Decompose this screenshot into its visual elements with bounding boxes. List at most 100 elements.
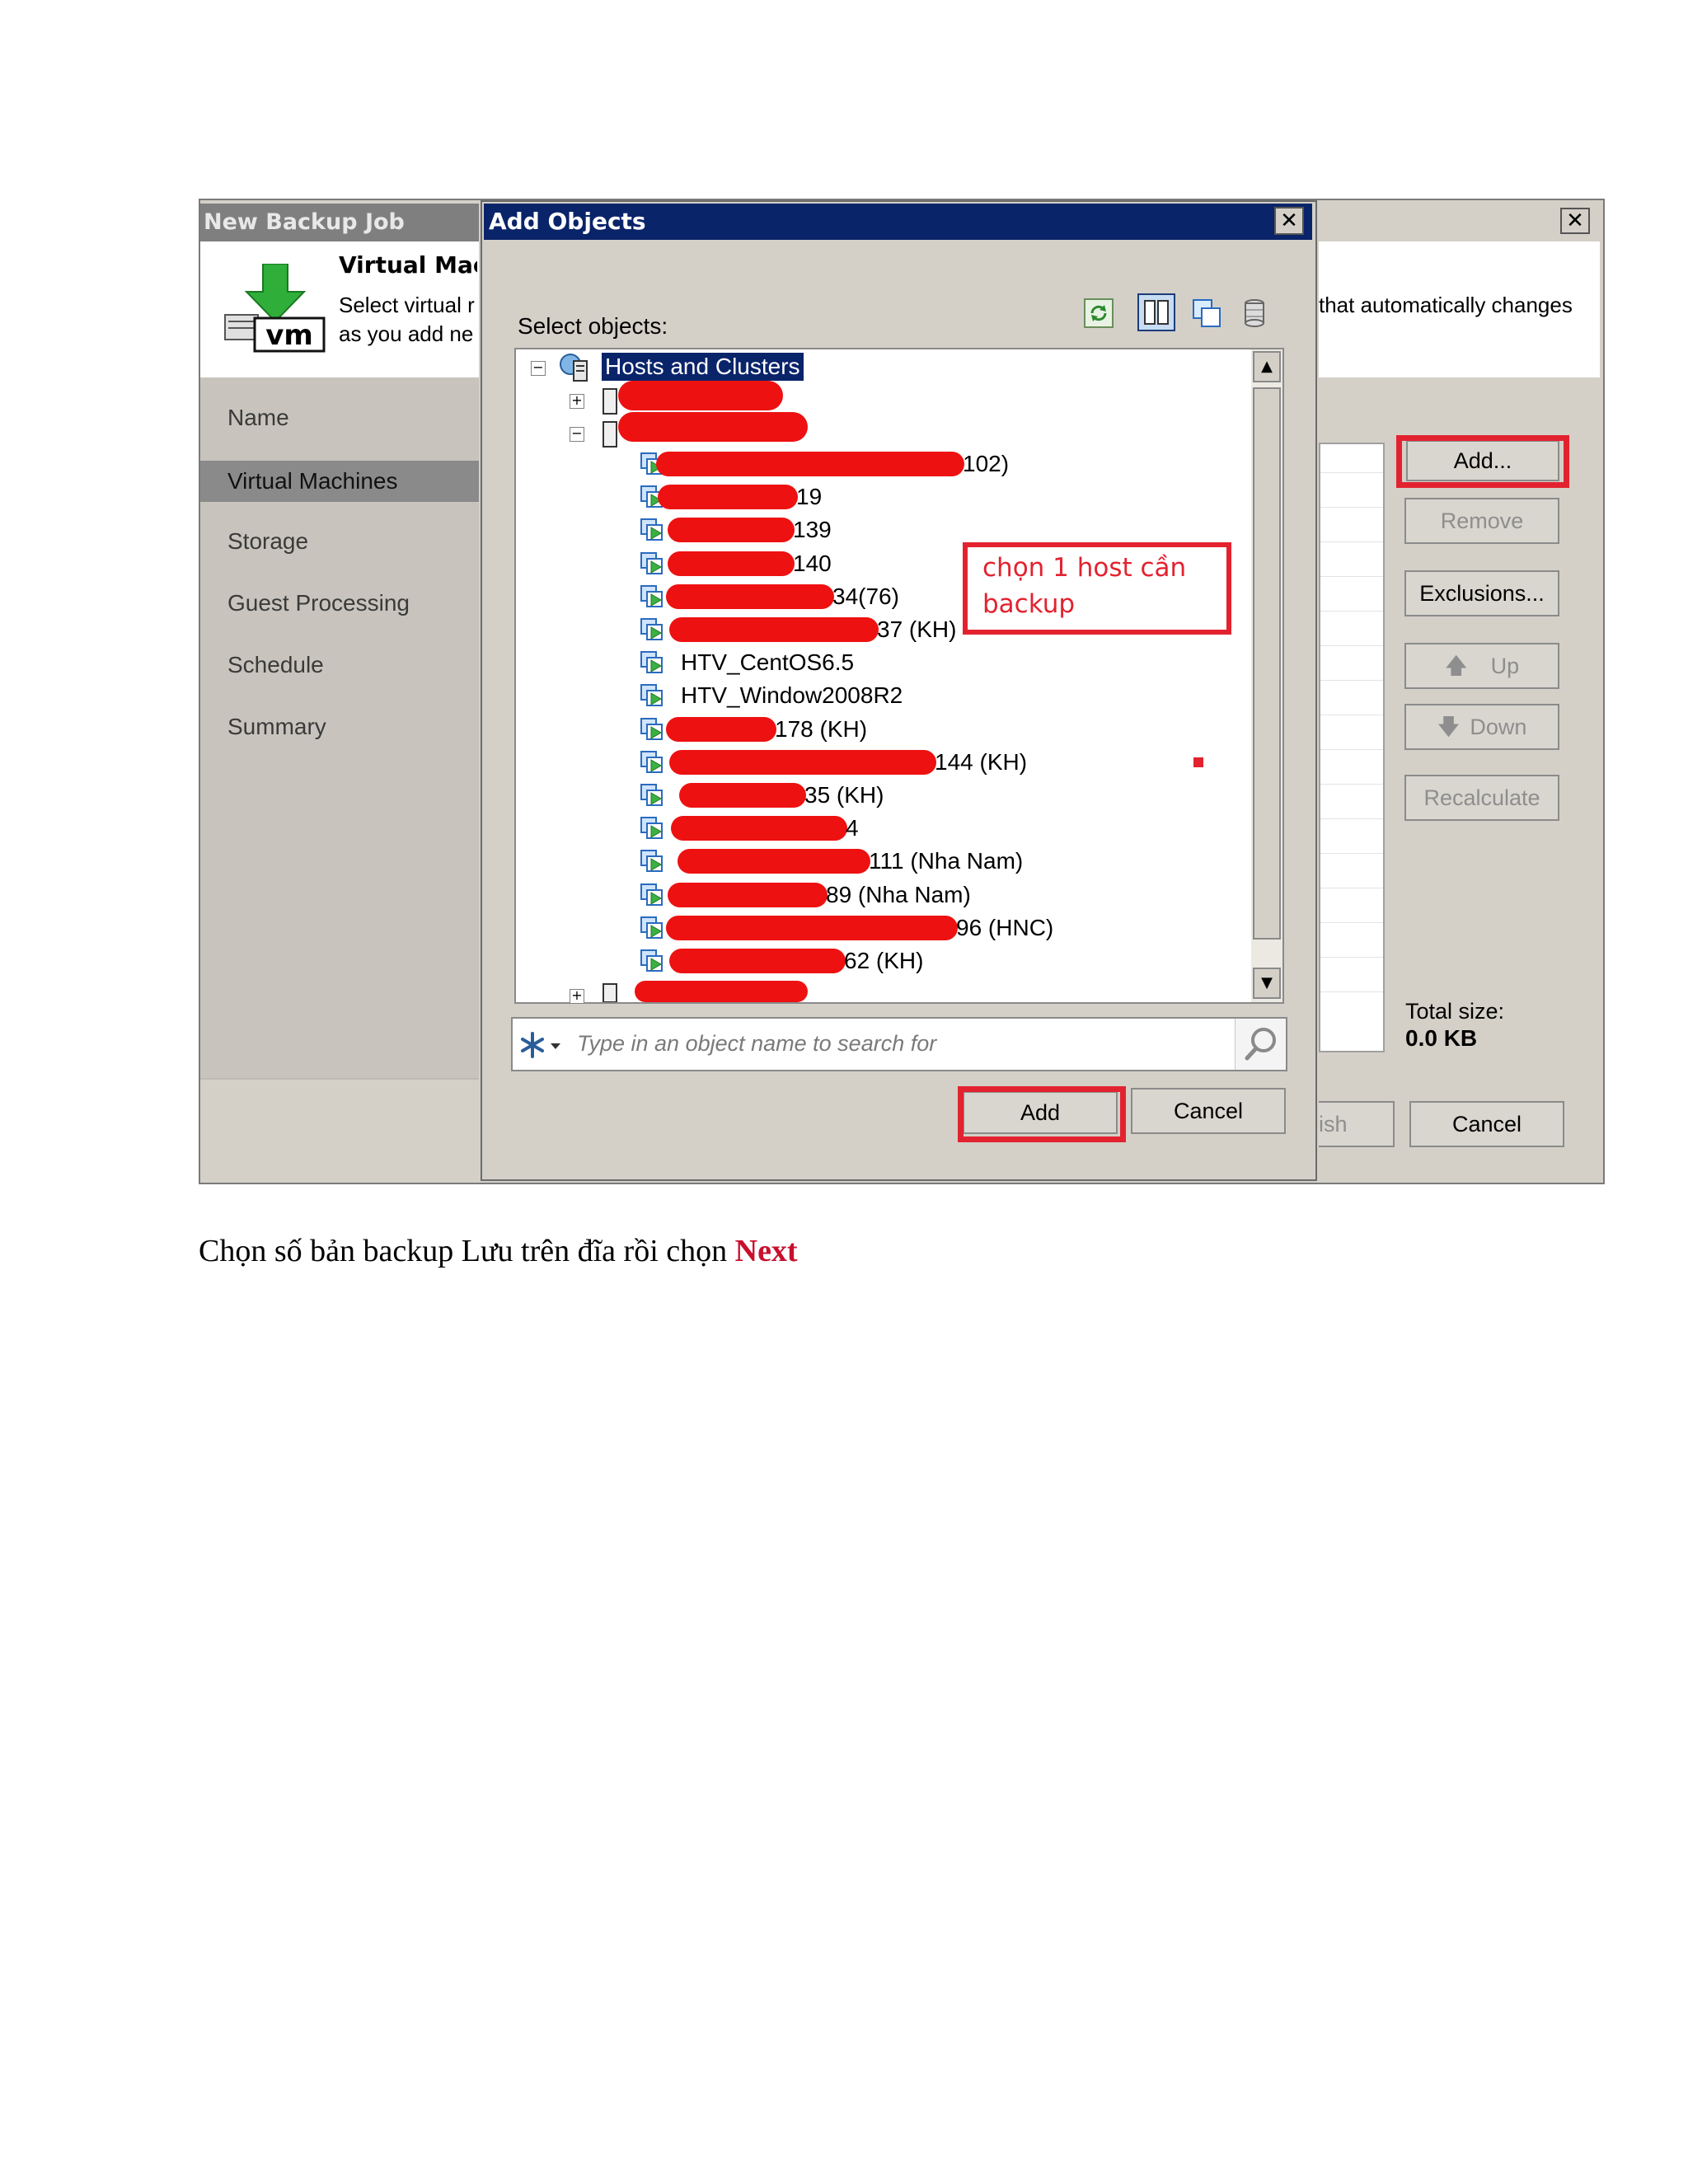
wizard-steps-panel: Name Virtual Machines Storage Guest Proc… xyxy=(200,377,479,1078)
search-scope-icon[interactable] xyxy=(516,1029,569,1062)
total-size-value: 0.0 KB xyxy=(1405,1025,1478,1051)
exclusions-button[interactable]: Exclusions... xyxy=(1404,570,1559,616)
select-objects-label: Select objects: xyxy=(518,313,668,339)
vm-icon xyxy=(640,651,663,674)
host-icon xyxy=(603,388,617,415)
add-objects-highlight xyxy=(958,1086,1126,1142)
search-icon xyxy=(1245,1028,1276,1061)
add-button-highlight xyxy=(1396,435,1569,488)
vm-tree-item[interactable]: 144 (KH) xyxy=(935,748,1027,776)
collapse-root-icon[interactable]: − xyxy=(531,361,546,376)
scrollbar-thumb[interactable] xyxy=(1253,387,1281,940)
search-button[interactable] xyxy=(1235,1019,1286,1070)
vm-tree-item[interactable]: 178 (KH) xyxy=(775,715,867,743)
vm-icon xyxy=(640,518,663,541)
arrow-down-icon: 🡇 xyxy=(1437,715,1461,739)
collapse-host-icon[interactable]: − xyxy=(570,427,584,442)
vm-tree-item[interactable]: 35 (KH) xyxy=(804,781,884,809)
step-name[interactable]: Name xyxy=(227,405,289,431)
tree-root-hosts-clusters[interactable]: Hosts and Clusters xyxy=(602,353,804,381)
annotation-text: chọn 1 host cần backup xyxy=(982,553,1187,619)
redaction-mark xyxy=(669,749,936,775)
dialog-close-icon[interactable]: ✕ xyxy=(1274,207,1304,235)
vm-icon xyxy=(640,717,663,740)
vm-icon xyxy=(640,584,663,607)
scroll-up-icon[interactable]: ▲ xyxy=(1253,351,1281,382)
vm-tree-item[interactable]: 140 xyxy=(793,550,832,578)
expand-host-icon[interactable]: + xyxy=(570,394,584,409)
step-schedule[interactable]: Schedule xyxy=(227,652,324,678)
up-button[interactable]: 🡅 Up xyxy=(1404,643,1559,689)
vm-tree-item[interactable]: HTV_CentOS6.5 xyxy=(681,649,854,677)
wizard-cancel-button[interactable]: Cancel xyxy=(1409,1101,1564,1147)
step-summary[interactable]: Summary xyxy=(227,714,326,740)
host-icon xyxy=(603,421,617,448)
instruction-caption: Chọn số bản backup Lưu trên đĩa rồi chọn… xyxy=(199,1233,798,1269)
vm-tree-item[interactable]: 34(76) xyxy=(832,583,899,611)
host-icon xyxy=(603,983,617,1002)
vm-icon xyxy=(640,949,663,972)
vm-tree-item[interactable]: 96 (HNC) xyxy=(956,914,1053,942)
expand-host-icon[interactable]: + xyxy=(570,989,584,1004)
vm-tree-item[interactable]: 37 (KH) xyxy=(877,616,956,644)
step-storage[interactable]: Storage xyxy=(227,528,308,555)
wizard-description-right: that automatically changes xyxy=(1319,293,1573,317)
vm-tree-item[interactable]: 111 (Nha Nam) xyxy=(869,847,1023,875)
vms-templates-view-icon[interactable] xyxy=(1190,297,1223,330)
redaction-mark xyxy=(668,551,795,576)
vm-download-icon: vm xyxy=(224,264,326,353)
dialog-cancel-button[interactable]: Cancel xyxy=(1131,1088,1286,1134)
vm-icon xyxy=(640,817,663,840)
redaction-mark xyxy=(671,816,847,841)
redaction-mark xyxy=(668,882,828,907)
backup-job-title: New Backup Job xyxy=(200,204,479,241)
wizard-description-line2: as you add ne xyxy=(339,321,474,346)
vm-list[interactable] xyxy=(1319,443,1385,1052)
vm-icon xyxy=(640,883,663,906)
vm-tree-item[interactable]: 89 (Nha Nam) xyxy=(826,881,971,909)
close-icon[interactable]: ✕ xyxy=(1560,208,1590,234)
backup-job-titlebar-right xyxy=(1319,204,1600,241)
caption-next-keyword: Next xyxy=(734,1234,798,1268)
wizard-step-heading: Virtual Mach xyxy=(339,251,477,279)
arrow-up-icon: 🡅 xyxy=(1444,654,1468,678)
redaction-mark xyxy=(679,783,806,808)
vm-icon xyxy=(640,750,663,773)
redaction-mark xyxy=(666,716,776,742)
vm-icon xyxy=(640,784,663,806)
vm-tree-item[interactable]: 62 (KH) xyxy=(844,947,923,975)
step-virtual-machines[interactable]: Virtual Machines xyxy=(200,461,479,502)
down-button-label: Down xyxy=(1470,715,1527,739)
redaction-mark xyxy=(618,381,783,410)
hosts-clusters-icon xyxy=(560,354,588,382)
vm-icon xyxy=(640,916,663,939)
search-input[interactable] xyxy=(577,1025,1220,1062)
recalculate-button[interactable]: Recalculate xyxy=(1404,775,1559,821)
redaction-mark xyxy=(618,412,808,442)
vm-tree-item[interactable]: 139 xyxy=(793,516,832,544)
vm-tree-item[interactable]: HTV_Window2008R2 xyxy=(681,682,903,710)
down-button[interactable]: 🡇 Down xyxy=(1404,704,1559,750)
remove-button[interactable]: Remove xyxy=(1404,498,1559,544)
hosts-clusters-view-icon[interactable] xyxy=(1137,293,1175,331)
caption-text: Chọn số bản backup Lưu trên đĩa rồi chọn xyxy=(199,1234,735,1268)
redaction-mark xyxy=(666,915,958,940)
vm-tree-item[interactable]: 102) xyxy=(963,450,1009,478)
step-guest-processing[interactable]: Guest Processing xyxy=(227,590,410,616)
refresh-icon[interactable] xyxy=(1082,297,1115,330)
vm-icon xyxy=(640,850,663,873)
dialog-title: Add Objects xyxy=(484,204,1312,240)
redaction-mark xyxy=(666,583,834,609)
finish-button[interactable]: ish xyxy=(1319,1101,1395,1147)
redaction-mark xyxy=(669,949,846,973)
wizard-footer-left xyxy=(200,1078,479,1180)
annotation-dot xyxy=(1193,757,1203,767)
redaction-mark xyxy=(669,617,879,642)
vm-label: vm xyxy=(265,319,313,352)
vm-icon xyxy=(640,684,663,707)
total-size-label: Total size: xyxy=(1405,999,1505,1024)
datastores-view-icon[interactable] xyxy=(1238,297,1271,330)
vm-tree-item[interactable]: 19 xyxy=(796,483,822,511)
vm-tree-item[interactable]: 4 xyxy=(846,814,859,842)
scroll-down-icon[interactable]: ▼ xyxy=(1253,968,1281,999)
